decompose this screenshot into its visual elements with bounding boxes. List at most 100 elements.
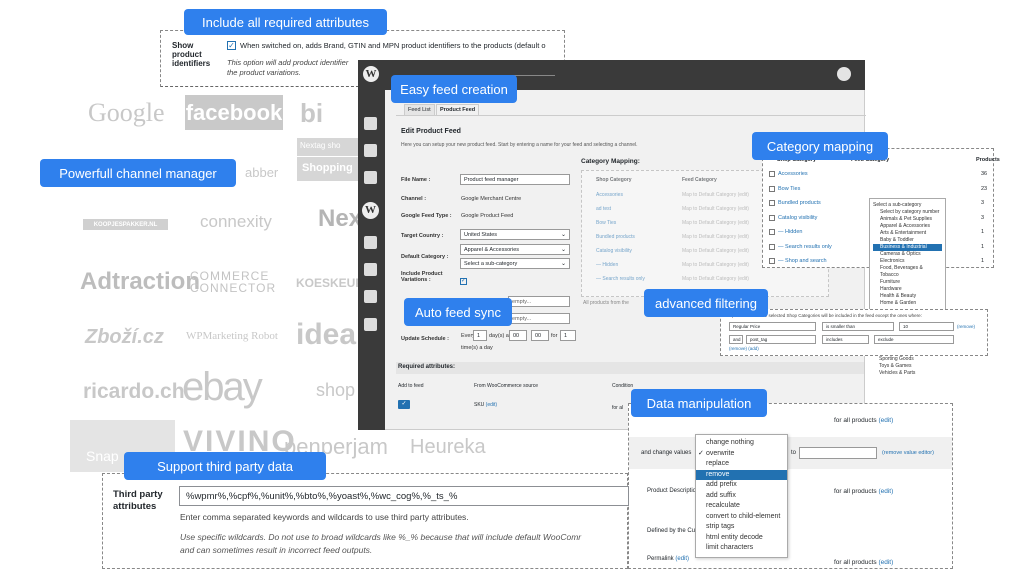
dropdown-option[interactable]: Furniture (873, 279, 942, 286)
filter-includes-select[interactable]: includes (822, 335, 869, 344)
dm-option[interactable]: remove (696, 469, 787, 480)
sidebar-menu-icon[interactable] (364, 236, 377, 249)
category-checkbox[interactable] (769, 229, 775, 235)
dm-option[interactable]: html entity decode (696, 533, 787, 544)
abber-logo: abber (245, 165, 279, 180)
dm-option[interactable]: recalculate (696, 501, 787, 512)
sidebar-menu-icon[interactable] (364, 263, 377, 276)
category-checkbox[interactable] (769, 185, 775, 192)
dropdown-option[interactable]: Animals & Pet Supplies (873, 216, 942, 223)
cm-map[interactable]: Map to Default Category (edit) (682, 234, 749, 240)
every-days-input[interactable]: 1 (473, 330, 487, 341)
dropdown-option[interactable]: Vehicles & Parts (872, 370, 943, 377)
dropdown-option[interactable]: Select a sub-category (873, 202, 942, 209)
filter-links[interactable]: (remove) (add) (729, 346, 759, 351)
dropdown-option[interactable]: Electronics (873, 258, 942, 265)
category-checkbox[interactable] (769, 200, 775, 206)
dropdown-option[interactable]: Business & Industrial (873, 244, 942, 251)
times-select[interactable]: 1 (560, 330, 576, 341)
chevron-down-icon: ⌄ (560, 261, 566, 267)
cm-map[interactable]: Map to Default Category (edit) (682, 206, 749, 212)
sidebar-menu-icon[interactable] (364, 144, 377, 157)
window-circle-icon[interactable] (837, 67, 851, 81)
default-category-select[interactable]: Apparel & Accessories ⌄ (460, 244, 570, 255)
sub-category-select[interactable]: Select a sub-category ⌄ (460, 258, 570, 269)
sidebar-menu-icon[interactable] (364, 117, 377, 130)
dm-option[interactable]: convert to child-element (696, 512, 787, 523)
cm-row[interactable]: Catalog visibility (596, 248, 632, 254)
cm-map[interactable]: Map to Default Category (edit) (682, 262, 749, 268)
filter-and-select[interactable]: and (729, 335, 743, 344)
category-checkbox[interactable] (769, 243, 775, 250)
dropdown-option[interactable]: Home & Garden (873, 300, 942, 307)
tab-product-feed[interactable]: Product Feed (436, 104, 480, 115)
wordpress-icon[interactable]: W (363, 66, 379, 82)
cm-row[interactable]: Bow Ties (596, 220, 616, 226)
filter-remove-link[interactable]: (remove) (957, 324, 975, 329)
cm-map[interactable]: Map to Default Category (edit) (682, 192, 749, 198)
filter-exclude-input[interactable]: exclude (874, 335, 954, 344)
filter-operator-select[interactable]: is smaller than (822, 322, 894, 331)
category-checkbox[interactable] (769, 171, 775, 177)
include-variations-checkbox[interactable]: ✓ (460, 278, 467, 285)
dm-remove-editor-link[interactable]: (remove value editor) (882, 450, 934, 456)
minute-select[interactable]: 00 (531, 330, 549, 341)
third-party-input[interactable]: %wpmr%,%cpf%,%unit%,%bto%,%yoast%,%wc_co… (179, 486, 629, 506)
dm-option[interactable]: replace (696, 459, 787, 470)
category-name[interactable]: Bundled products (778, 200, 821, 206)
filter-value-input[interactable]: 10 (899, 322, 954, 331)
required-attributes-bar (396, 362, 864, 374)
cm-row[interactable]: — Hidden (596, 262, 618, 268)
filter-attr-select[interactable]: post_tag (746, 335, 816, 344)
dropdown-option[interactable]: Cameras & Optics (873, 251, 942, 258)
category-name[interactable]: Catalog visibility (778, 215, 817, 221)
dropdown-option[interactable]: Toys & Games (872, 363, 943, 370)
dm-option[interactable]: change nothing (696, 438, 787, 449)
cm-row[interactable]: Accessories (596, 192, 623, 198)
empty-input-1[interactable]: empty... (508, 296, 570, 307)
cm-map[interactable]: Map to Default Category (edit) (682, 248, 749, 254)
dropdown-option[interactable]: Baby & Toddler (873, 237, 942, 244)
dropdown-option[interactable]: Hardware (873, 286, 942, 293)
target-country-select[interactable]: United States ⌄ (460, 229, 570, 240)
category-name[interactable]: — Search results only (778, 244, 832, 250)
dm-option[interactable]: strip tags (696, 522, 787, 533)
cm-row[interactable]: ad test (596, 206, 611, 212)
category-name[interactable]: — Shop and search (778, 258, 827, 264)
dropdown-option[interactable]: Sporting Goods (872, 356, 943, 363)
empty-input-2[interactable]: empty... (508, 313, 570, 324)
add-to-feed-checkbox[interactable]: ✓ (398, 400, 410, 409)
file-name-input[interactable]: Product feed manager (460, 174, 570, 185)
cm-map[interactable]: Map to Default Category (edit) (682, 220, 749, 226)
dm-options-dropdown[interactable]: change nothing ✓ overwrite replace remove add… (695, 434, 788, 558)
dropdown-option[interactable]: Health & Beauty (873, 293, 942, 300)
dropdown-option[interactable]: Apparel & Accessories (873, 223, 942, 230)
category-checkbox[interactable] (769, 214, 775, 221)
hour-select[interactable]: 00 (509, 330, 527, 341)
category-name[interactable]: Accessories (778, 171, 808, 177)
dm-option[interactable]: limit characters (696, 543, 787, 554)
dm-permalink-label: Permalink (edit) (647, 556, 690, 562)
dropdown-option[interactable]: Food, Beverages & Tobacco (873, 265, 942, 279)
category-name[interactable]: Bow Ties (778, 186, 800, 192)
identifiers-checkbox[interactable]: ✓ (227, 41, 236, 50)
dropdown-option[interactable]: Arts & Entertainment (873, 230, 942, 237)
wordpress-plugin-icon[interactable]: W (362, 202, 379, 219)
cm-row[interactable]: Bundled products (596, 234, 635, 240)
dm-to-label: to (791, 450, 797, 456)
dropdown-option[interactable]: Select by category number (873, 209, 942, 216)
cm-map[interactable]: Map to Default Category (edit) (682, 276, 749, 282)
cm-row[interactable]: — Search results only (596, 276, 645, 282)
dm-option[interactable]: overwrite (696, 449, 787, 460)
dm-option[interactable]: add suffix (696, 491, 787, 502)
category-checkbox[interactable] (769, 258, 775, 264)
filter-field-select[interactable]: Regular Price (729, 322, 816, 331)
sidebar-menu-icon[interactable] (364, 171, 377, 184)
sidebar-menu-icon[interactable] (364, 318, 377, 331)
dm-value-input[interactable] (799, 447, 877, 459)
sidebar-menu-icon[interactable] (364, 290, 377, 303)
category-name[interactable]: — Hidden (778, 229, 802, 235)
dm-option[interactable]: add prefix (696, 480, 787, 491)
wpmarketing-robot-logo: WPMarketing Robot (186, 330, 278, 342)
heureka-logo: Heureka (410, 436, 486, 458)
